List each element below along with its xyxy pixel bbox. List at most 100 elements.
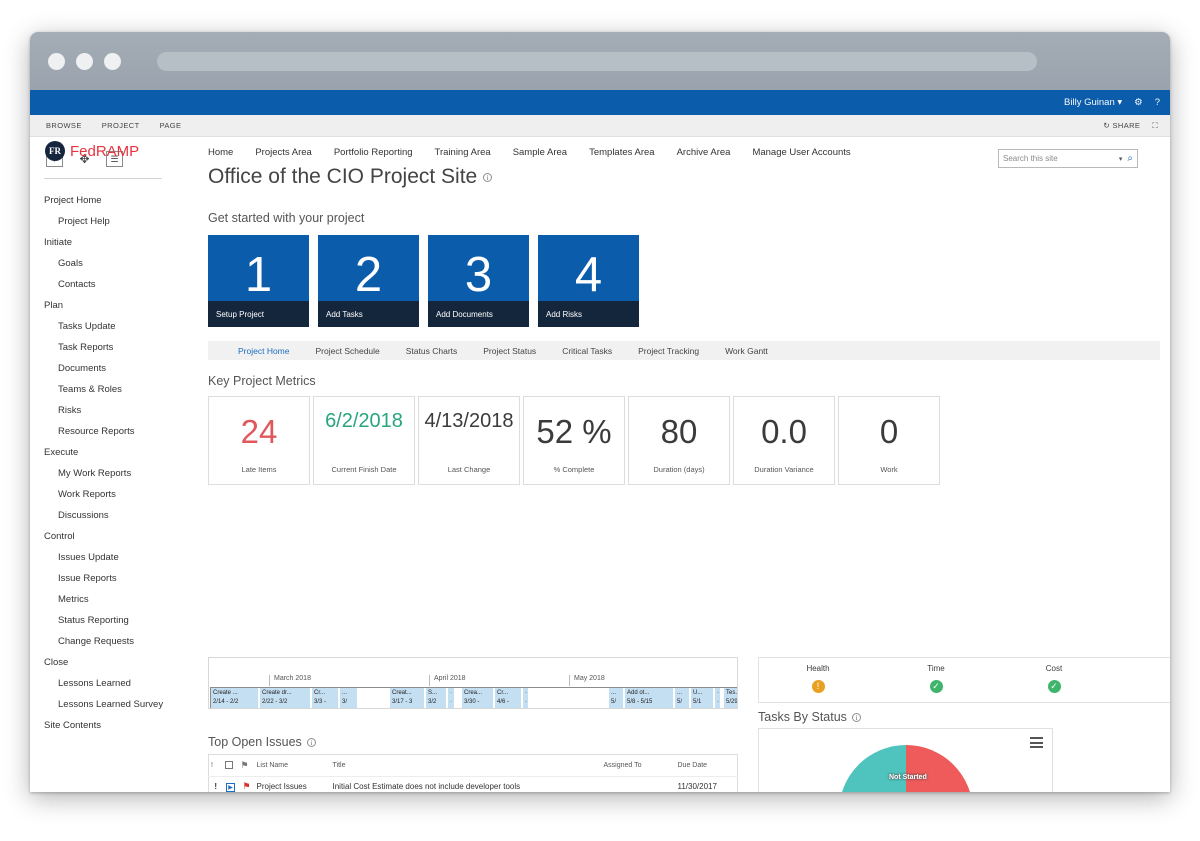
get-started-tile-add-risks[interactable]: 4Add Risks	[538, 235, 639, 327]
share-button[interactable]: ↻ SHARE	[1103, 121, 1140, 130]
search-box[interactable]: Search this site ▾ ⌕	[998, 149, 1138, 168]
gantt-bar[interactable]: Creat...3/17 - 3	[390, 688, 424, 708]
gantt-bar[interactable]: Create dr...2/22 - 3/2	[260, 688, 310, 708]
gantt-bar[interactable]: ··	[523, 688, 528, 708]
get-started-tile-add-documents[interactable]: 3Add Documents	[428, 235, 529, 327]
window-maximize-button[interactable]	[104, 53, 121, 70]
gantt-bar[interactable]: ...5/	[609, 688, 623, 708]
col-due-date[interactable]: Due Date	[676, 755, 738, 777]
get-started-tile-setup-project[interactable]: 1Setup Project	[208, 235, 309, 327]
sidebar-item-initiate[interactable]: Initiate	[44, 232, 173, 253]
metric-label: Duration Variance	[754, 465, 813, 474]
search-input[interactable]: Search this site	[1003, 154, 1119, 163]
get-started-tile-add-tasks[interactable]: 2Add Tasks	[318, 235, 419, 327]
document-icon[interactable]: ▶	[226, 783, 235, 792]
ribbon-tab-browse[interactable]: BROWSE	[46, 121, 82, 130]
gantt-bar[interactable]: Crea...3/30 -	[462, 688, 493, 708]
sidebar-item-plan[interactable]: Plan	[44, 295, 173, 316]
sidebar-item-resource-reports[interactable]: Resource Reports	[44, 421, 173, 442]
tab-critical-tasks[interactable]: Critical Tasks	[562, 346, 612, 356]
gantt-bar[interactable]: U...5/1	[691, 688, 713, 708]
row-item-icon[interactable]: ▶	[223, 777, 239, 793]
sidebar-item-my-work-reports[interactable]: My Work Reports	[44, 463, 173, 484]
topnav-item-training-area[interactable]: Training Area	[435, 147, 491, 158]
gantt-chart[interactable]: March 2018April 2018May 2018 Create ...2…	[208, 657, 738, 709]
sidebar-item-documents[interactable]: Documents	[44, 358, 173, 379]
sidebar-item-status-reporting[interactable]: Status Reporting	[44, 610, 173, 631]
info-icon[interactable]: i	[483, 173, 492, 182]
tab-project-home[interactable]: Project Home	[238, 346, 290, 356]
sidebar-item-lessons-learned-survey[interactable]: Lessons Learned Survey	[44, 694, 173, 715]
sidebar-item-tasks-update[interactable]: Tasks Update	[44, 316, 173, 337]
ribbon-tab-page[interactable]: PAGE	[160, 121, 182, 130]
sidebar-item-close[interactable]: Close	[44, 652, 173, 673]
sidebar-item-goals[interactable]: Goals	[44, 253, 173, 274]
sidebar-item-project-help[interactable]: Project Help	[44, 211, 173, 232]
status-badge: ✓	[995, 678, 1113, 693]
sidebar-item-execute[interactable]: Execute	[44, 442, 173, 463]
sidebar-item-task-reports[interactable]: Task Reports	[44, 337, 173, 358]
gantt-bar[interactable]: Create ...2/14 - 2/2	[211, 688, 258, 708]
topnav-item-archive-area[interactable]: Archive Area	[677, 147, 731, 158]
table-row[interactable]: !▶⚑Project IssuesInitial Cost Estimate d…	[209, 777, 738, 793]
info-icon[interactable]: i	[307, 738, 316, 747]
tab-project-schedule[interactable]: Project Schedule	[316, 346, 380, 356]
help-icon[interactable]: ?	[1155, 97, 1160, 108]
topnav-item-sample-area[interactable]: Sample Area	[513, 147, 567, 158]
col-assigned-to[interactable]: Assigned To	[602, 755, 676, 777]
topnav-item-templates-area[interactable]: Templates Area	[589, 147, 654, 158]
hamburger-icon[interactable]	[1030, 737, 1043, 751]
sidebar-item-project-home[interactable]: Project Home	[44, 190, 173, 211]
sidebar-item-metrics[interactable]: Metrics	[44, 589, 173, 610]
chevron-down-icon[interactable]: ▾	[1119, 155, 1123, 163]
sidebar-item-change-requests[interactable]: Change Requests	[44, 631, 173, 652]
topnav-item-portfolio-reporting[interactable]: Portfolio Reporting	[334, 147, 413, 158]
sidebar-item-risks[interactable]: Risks	[44, 400, 173, 421]
topnav-item-manage-user-accounts[interactable]: Manage User Accounts	[752, 147, 850, 158]
address-bar[interactable]	[157, 52, 1037, 71]
gantt-bar[interactable]: Cr...4/6 -	[495, 688, 521, 708]
focus-on-content-icon[interactable]: ⛶	[1152, 121, 1158, 131]
sidebar-item-lessons-learned[interactable]: Lessons Learned	[44, 673, 173, 694]
sidebar-item-site-contents[interactable]: Site Contents	[44, 715, 173, 736]
gantt-bar[interactable]: ...5/	[675, 688, 689, 708]
gantt-bar-name: ...	[677, 690, 682, 696]
window-close-button[interactable]	[48, 53, 65, 70]
topnav-item-projects-area[interactable]: Projects Area	[255, 147, 312, 158]
sidebar-item-contacts[interactable]: Contacts	[44, 274, 173, 295]
sidebar-item-discussions[interactable]: Discussions	[44, 505, 173, 526]
sidebar-item-control[interactable]: Control	[44, 526, 173, 547]
suite-bar: Billy Guinan ▾ ⚙ ?	[30, 90, 1170, 115]
site-logo[interactable]: FR FedRAMP	[45, 141, 139, 161]
sidebar-item-work-reports[interactable]: Work Reports	[44, 484, 173, 505]
gantt-bar[interactable]: ··	[448, 688, 454, 708]
gantt-bar[interactable]: Add ot...5/8 - 5/15	[625, 688, 673, 708]
col-list-name[interactable]: List Name	[255, 755, 331, 777]
gantt-bar[interactable]: ··	[715, 688, 720, 708]
info-icon[interactable]: i	[852, 713, 861, 722]
search-icon[interactable]: ⌕	[1127, 153, 1133, 164]
checkbox-icon[interactable]	[225, 761, 233, 769]
window-minimize-button[interactable]	[76, 53, 93, 70]
gantt-bar[interactable]: ...3/	[340, 688, 357, 708]
flag-icon[interactable]: ⚑	[242, 781, 250, 791]
tab-project-tracking[interactable]: Project Tracking	[638, 346, 699, 356]
col-title[interactable]: Title	[331, 755, 602, 777]
gear-icon[interactable]: ⚙	[1134, 97, 1143, 108]
status-badge: !	[759, 678, 877, 693]
gantt-bar[interactable]: Tes...5/29	[724, 688, 738, 708]
gantt-bar[interactable]: S...3/2	[426, 688, 446, 708]
row-title[interactable]: Initial Cost Estimate does not include d…	[331, 777, 602, 793]
row-list-name[interactable]: Project Issues	[255, 777, 331, 793]
metric-label: Late Items	[241, 465, 276, 474]
sidebar-item-issue-reports[interactable]: Issue Reports	[44, 568, 173, 589]
sidebar-item-issues-update[interactable]: Issues Update	[44, 547, 173, 568]
user-menu[interactable]: Billy Guinan ▾	[1064, 97, 1122, 108]
ribbon-tab-project[interactable]: PROJECT	[102, 121, 140, 130]
tab-status-charts[interactable]: Status Charts	[406, 346, 458, 356]
tab-work-gantt[interactable]: Work Gantt	[725, 346, 768, 356]
tab-project-status[interactable]: Project Status	[483, 346, 536, 356]
sidebar-item-teams-roles[interactable]: Teams & Roles	[44, 379, 173, 400]
gantt-bar[interactable]: Cr...3/3 -	[312, 688, 338, 708]
topnav-item-home[interactable]: Home	[208, 147, 233, 158]
